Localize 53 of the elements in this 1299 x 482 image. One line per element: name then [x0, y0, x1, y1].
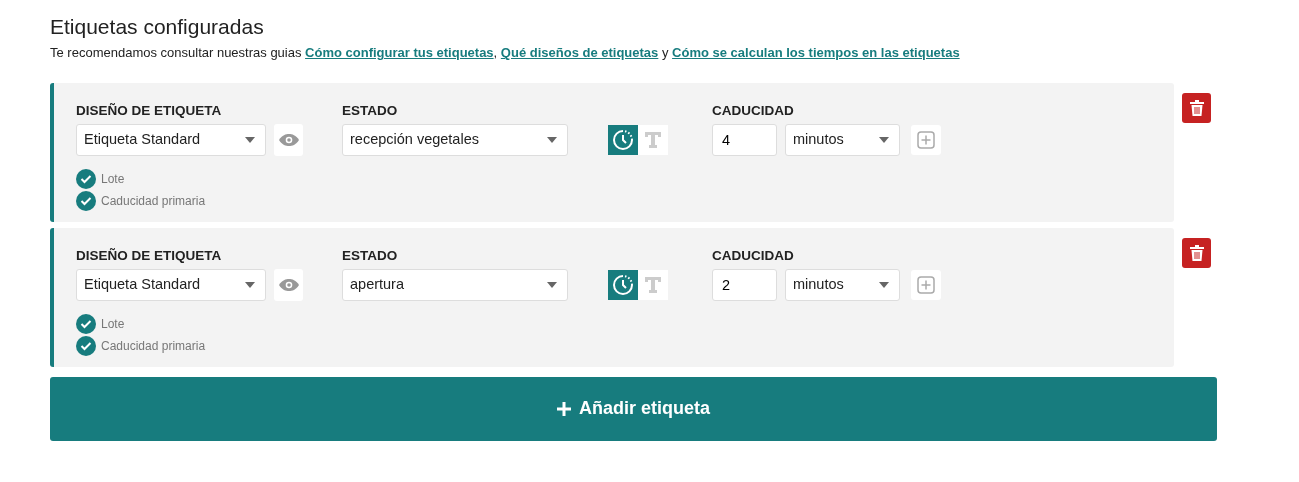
plus-icon — [917, 130, 935, 149]
guide-link[interactable]: Cómo se calculan los tiempos en las etiquetas — [672, 45, 960, 61]
check-icon[interactable] — [76, 335, 96, 356]
check-icon[interactable] — [76, 168, 96, 189]
trash-icon — [1189, 244, 1204, 261]
option-label: Lote — [101, 170, 125, 188]
dropdown[interactable]: minutos — [785, 123, 900, 156]
letter-t-icon — [644, 130, 662, 149]
dropdown[interactable]: Etiqueta Standard — [76, 268, 266, 301]
text-toggle[interactable] — [638, 124, 668, 155]
caret-icon — [879, 136, 889, 143]
preview-button[interactable] — [274, 123, 303, 156]
field-label: CADUCIDAD — [712, 101, 795, 120]
letter-t-icon — [644, 275, 662, 294]
number-field[interactable]: 2 — [712, 268, 777, 301]
option-label: Caducidad primaria — [101, 192, 206, 210]
guide-link[interactable]: Cómo configurar tus etiquetas — [305, 45, 494, 61]
caret-icon — [245, 281, 255, 288]
option-label: Lote — [101, 315, 125, 333]
preview-button[interactable] — [274, 268, 303, 301]
plus-icon — [557, 401, 571, 416]
clock-icon — [612, 128, 634, 151]
check-icon[interactable] — [76, 313, 96, 334]
field-label: ESTADO — [342, 101, 399, 120]
guide-link[interactable]: Qué diseños de etiquetas — [500, 45, 659, 61]
dropdown[interactable]: Etiqueta Standard — [76, 123, 266, 156]
check-icon[interactable] — [76, 190, 96, 211]
trash-icon — [1189, 99, 1204, 116]
caret-icon — [879, 281, 889, 288]
text-toggle[interactable] — [638, 269, 668, 300]
option-label: Caducidad primaria — [101, 337, 206, 355]
field-label: ESTADO — [342, 246, 399, 265]
field-label: CADUCIDAD — [712, 246, 795, 265]
eye-icon — [278, 133, 299, 146]
delete-button[interactable] — [1182, 237, 1211, 268]
plus-icon — [917, 275, 935, 294]
caret-icon — [245, 136, 255, 143]
number-field[interactable]: 4 — [712, 123, 777, 156]
field-label: DISEÑO DE ETIQUETA — [76, 101, 223, 120]
dropdown[interactable]: apertura — [342, 268, 568, 301]
dropdown[interactable]: minutos — [785, 268, 900, 301]
field-label: DISEÑO DE ETIQUETA — [76, 246, 223, 265]
caret-icon — [547, 281, 557, 288]
clock-icon — [612, 273, 634, 296]
clock-toggle[interactable] — [608, 269, 638, 300]
caret-icon — [547, 136, 557, 143]
delete-button[interactable] — [1182, 92, 1211, 123]
dropdown[interactable]: recepción vegetales — [342, 123, 568, 156]
clock-toggle[interactable] — [608, 124, 638, 155]
eye-icon — [278, 278, 299, 291]
page-title: Etiquetas configuradas — [50, 14, 265, 40]
add-label-button[interactable]: Añadir etiqueta — [50, 376, 1217, 441]
intro-text: Te recomendamos consultar nuestras guias Cómo configurar tus etiquetas, Qué diseños de etiquetas y Cómo se calculan los tiempos en las etiquetas — [50, 44, 961, 63]
